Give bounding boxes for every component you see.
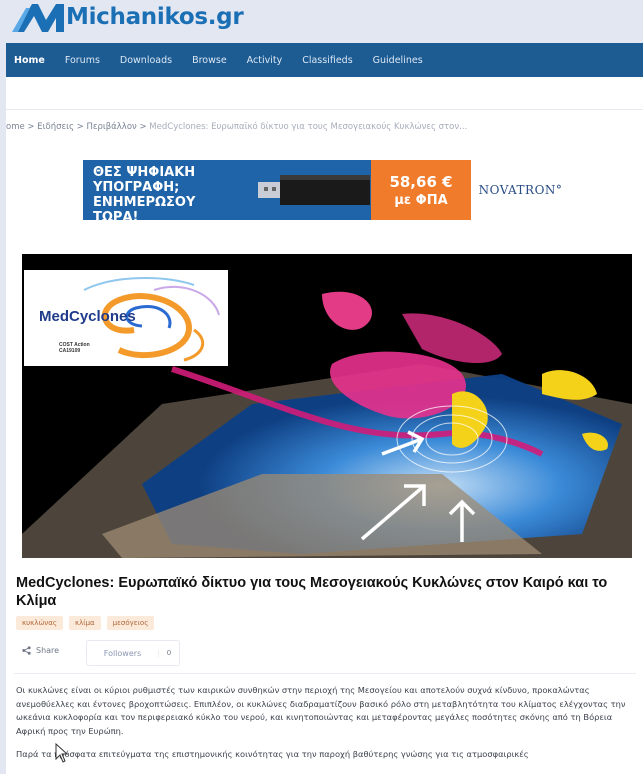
tag-cyclone[interactable]: κυκλώνας xyxy=(16,616,63,630)
ad-line-1: ΘΕΣ ΨΗΦΙΑΚΗ xyxy=(93,165,196,180)
breadcrumb-separator: > xyxy=(139,122,147,132)
nav-guidelines[interactable]: Guidelines xyxy=(373,55,423,66)
breadcrumb: ome > Ειδήσεις > Περιβάλλον > MedCyclone… xyxy=(6,122,467,132)
ad-price-note: με ΦΠΑ xyxy=(394,192,448,208)
nav-browse[interactable]: Browse xyxy=(192,55,227,66)
site-logo[interactable]: Michanikos.gr xyxy=(12,2,244,32)
nav-activity[interactable]: Activity xyxy=(247,55,283,66)
article-paragraph-1: Οι κυκλώνες είναι οι κύριοι ρυθμιστές τω… xyxy=(16,685,626,737)
ad-line-3: ΕΝΗΜΕΡΩΣΟΥ ΤΩΡΑ! xyxy=(93,195,196,220)
tag-mediterranean[interactable]: μεσόγειος xyxy=(106,616,155,630)
logo-mark-icon xyxy=(12,4,64,32)
breadcrumb-separator: > xyxy=(27,122,35,132)
nav-classifieds[interactable]: Classifieds xyxy=(302,55,352,66)
ad-brand: NOVATRON° xyxy=(478,183,563,197)
breadcrumb-current: MedCyclones: Ευρωπαϊκό δίκτυο για τους Μ… xyxy=(149,122,468,132)
sub-nav-bar xyxy=(6,77,643,110)
share-icon xyxy=(22,646,31,655)
ad-text: ΘΕΣ ΨΗΦΙΑΚΗ ΥΠΟΓΡΑΦΗ; ΕΝΗΜΕΡΩΣΟΥ ΤΩΡΑ! xyxy=(83,160,238,220)
article-title: MedCyclones: Ευρωπαϊκό δίκτυο για τους Μ… xyxy=(16,575,608,609)
ad-banner[interactable]: ΘΕΣ ΨΗΦΙΑΚΗ ΥΠΟΓΡΑΦΗ; ΕΝΗΜΕΡΩΣΟΥ ΤΩΡΑ! 5… xyxy=(83,160,570,220)
ad-price-box: 58,66 € με ΦΠΑ xyxy=(371,160,471,220)
divider xyxy=(14,673,636,674)
medcyclones-logo: MedCyclones COST Action CA19109 xyxy=(24,270,228,366)
share-label: Share xyxy=(36,646,60,655)
ad-price: 58,66 € xyxy=(389,172,453,191)
followers-label: Followers xyxy=(103,648,142,658)
article-hero-image: MedCyclones COST Action CA19109 xyxy=(22,254,632,558)
article-paragraph-2: Παρά τα πρόσφατα επιτεύγματα της επιστημ… xyxy=(16,748,529,759)
usb-token-icon xyxy=(258,175,370,205)
logo-subtitle-line-2: CA19109 xyxy=(59,348,81,354)
tag-climate[interactable]: κλίμα xyxy=(68,616,101,630)
main-content: ome > Ειδήσεις > Περιβάλλον > MedCyclone… xyxy=(6,110,643,774)
nav-home[interactable]: Home xyxy=(14,55,45,66)
main-nav: Home Forums Downloads Browse Activity Cl… xyxy=(6,43,643,77)
nav-downloads[interactable]: Downloads xyxy=(120,55,172,66)
usb-token-image xyxy=(238,160,371,220)
followers-count: 0 xyxy=(158,649,179,657)
breadcrumb-separator: > xyxy=(76,122,84,132)
site-header: Michanikos.gr xyxy=(0,0,643,42)
medcyclones-logo-subtitle: COST Action CA19109 xyxy=(59,342,90,354)
breadcrumb-home[interactable]: ome xyxy=(6,122,25,132)
ad-line-2: ΥΠΟΓΡΑΦΗ; xyxy=(93,180,180,195)
nav-forums[interactable]: Forums xyxy=(65,55,100,66)
followers-button[interactable]: Followers 0 xyxy=(86,640,180,666)
mouse-cursor-icon xyxy=(55,743,69,763)
site-name: Michanikos.gr xyxy=(66,4,244,30)
breadcrumb-news[interactable]: Ειδήσεις xyxy=(37,122,74,132)
medcyclones-logo-text: MedCyclones xyxy=(39,308,136,325)
share-button[interactable]: Share xyxy=(22,646,59,655)
article-tags: κυκλώνας κλίμα μεσόγειος xyxy=(16,616,155,630)
breadcrumb-environment[interactable]: Περιβάλλον xyxy=(86,122,136,132)
article-body: Οι κυκλώνες είναι οι κύριοι ρυθμιστές τω… xyxy=(16,684,636,771)
